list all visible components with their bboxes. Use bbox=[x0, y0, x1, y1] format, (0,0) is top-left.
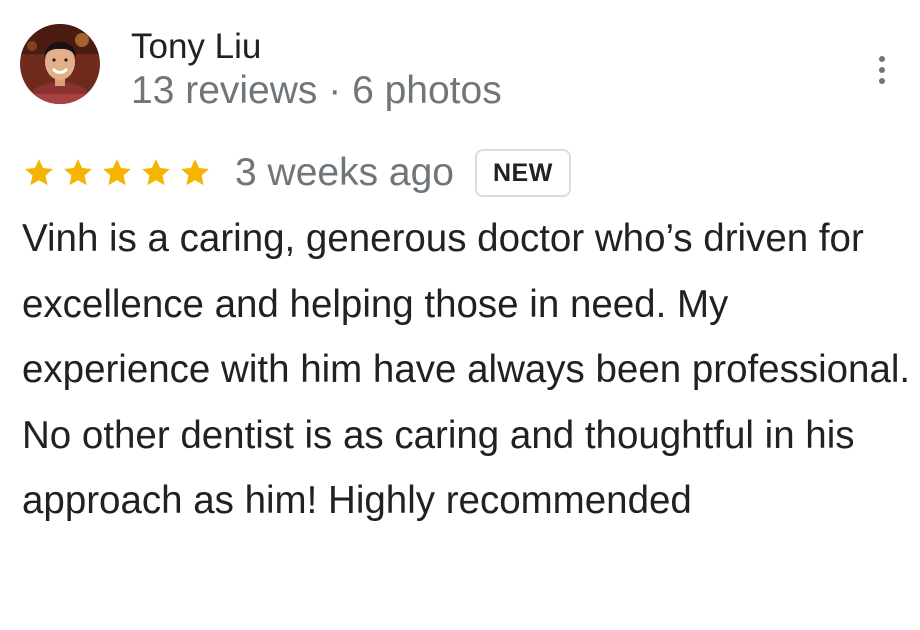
new-badge: NEW bbox=[474, 149, 571, 197]
star-icon bbox=[103, 159, 131, 186]
more-vert-icon bbox=[879, 56, 885, 62]
profile-photo-icon bbox=[20, 24, 100, 104]
review-card: Tony Liu 13 reviews · 6 photos 3 weeks a… bbox=[0, 0, 920, 630]
author-avatar[interactable] bbox=[20, 24, 100, 104]
review-text: Vinh is a caring, generous doctor who’s … bbox=[22, 217, 911, 522]
more-vert-icon-dot bbox=[879, 67, 885, 73]
star-icon bbox=[142, 159, 170, 186]
star-rating bbox=[22, 156, 212, 190]
star-icon bbox=[64, 159, 92, 186]
rating-row: 3 weeks ago NEW bbox=[22, 145, 571, 201]
author-name[interactable]: Tony Liu bbox=[131, 26, 261, 68]
review-time: 3 weeks ago bbox=[235, 151, 454, 194]
star-icon bbox=[25, 159, 53, 186]
more-vert-icon-dot bbox=[879, 78, 885, 84]
author-stats: 13 reviews · 6 photos bbox=[131, 69, 502, 112]
star-icon bbox=[181, 159, 209, 186]
more-options-button[interactable] bbox=[864, 50, 900, 90]
